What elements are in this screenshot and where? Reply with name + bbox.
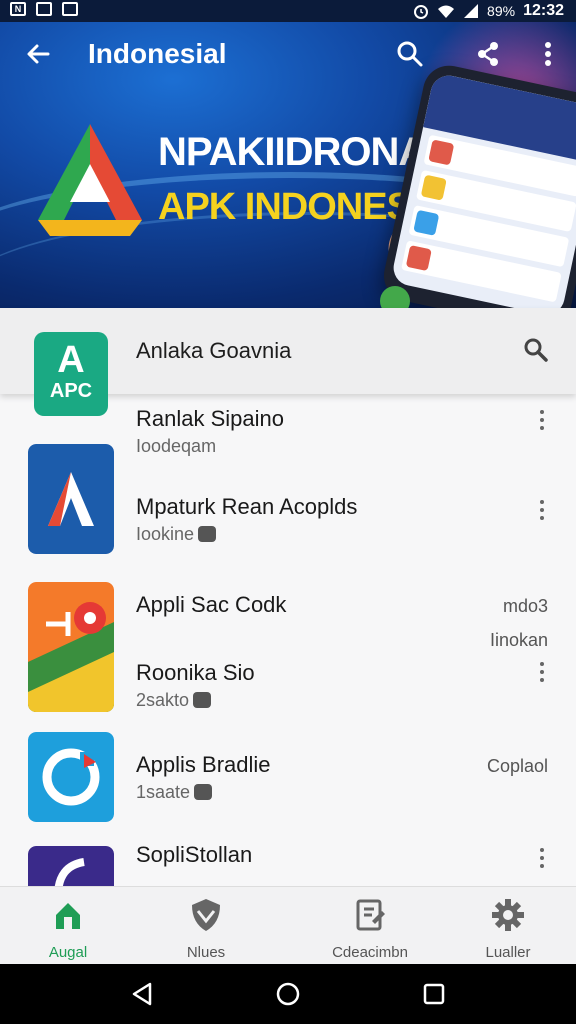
share-icon[interactable] bbox=[472, 38, 504, 70]
more-vertical-icon[interactable] bbox=[538, 660, 546, 684]
more-vertical-icon[interactable] bbox=[538, 498, 546, 522]
nav-home[interactable]: Augal bbox=[8, 895, 128, 961]
clock: 12:32 bbox=[523, 2, 564, 19]
search-input[interactable]: Anlaka Goavnia bbox=[136, 338, 291, 364]
list-item-title[interactable]: Mpaturk Rean Acoplds bbox=[136, 494, 357, 520]
message-icon bbox=[62, 2, 78, 16]
back-triangle-icon[interactable] bbox=[128, 980, 156, 1008]
more-vertical-icon[interactable] bbox=[538, 408, 546, 432]
nav-shield[interactable]: Nlues bbox=[146, 895, 266, 961]
badge-icon bbox=[198, 526, 217, 542]
list-item-title[interactable]: Roonika Sio bbox=[136, 660, 255, 686]
document-icon bbox=[356, 899, 385, 931]
badge-icon bbox=[193, 692, 212, 708]
search-icon[interactable] bbox=[522, 336, 550, 364]
app-list: Ranlak Sipaino Ioodeqam Mpaturk Rean Aco… bbox=[0, 394, 576, 886]
page-title: Indonesial bbox=[88, 38, 227, 69]
wifi-icon bbox=[438, 5, 455, 18]
bottom-navigation: Augal Nlues Cdeacimbn Lualler bbox=[0, 886, 576, 964]
nav-settings[interactable]: Lualler bbox=[448, 895, 568, 961]
list-item-subtitle: 1saate bbox=[136, 782, 213, 803]
list-item-subtitle: Iookine bbox=[136, 524, 217, 545]
battery-level: 89% bbox=[487, 3, 516, 19]
system-navigation-bar bbox=[0, 964, 576, 1024]
home-circle-icon[interactable] bbox=[274, 980, 302, 1008]
app-icon-a[interactable] bbox=[28, 444, 114, 554]
alarm-icon bbox=[414, 5, 429, 19]
recents-square-icon[interactable] bbox=[420, 980, 448, 1008]
more-vertical-icon[interactable] bbox=[538, 846, 546, 870]
gear-icon bbox=[492, 899, 524, 931]
app-icon-purple[interactable] bbox=[28, 846, 114, 886]
status-bar: N 89% 12:32 bbox=[0, 0, 576, 22]
list-item-subtitle: Ioodeqam bbox=[136, 436, 217, 456]
apc-app-icon[interactable]: A APC bbox=[34, 332, 108, 416]
app-icon-sync[interactable] bbox=[28, 732, 114, 822]
list-item-subtitle: 2sakto bbox=[136, 690, 212, 711]
app-icon-map[interactable] bbox=[28, 582, 114, 712]
signal-icon bbox=[464, 4, 479, 18]
decorative-ball bbox=[380, 286, 410, 308]
shield-icon bbox=[192, 899, 220, 931]
brand-title: NPAKIIDRONA bbox=[158, 130, 427, 174]
badge-icon bbox=[194, 784, 213, 800]
phone-mockup bbox=[379, 60, 576, 308]
list-item-title[interactable]: Ranlak Sipaino bbox=[136, 406, 284, 432]
list-item-title[interactable]: SopliStollan bbox=[136, 842, 252, 868]
more-vertical-icon[interactable] bbox=[532, 38, 564, 70]
notification-icon: N bbox=[10, 2, 26, 16]
image-icon bbox=[36, 2, 52, 16]
list-item-meta: Iinokan bbox=[489, 630, 548, 650]
list-item-title[interactable]: Applis Bradlie bbox=[136, 752, 271, 778]
hero-banner: Indonesial NPAKIIDRONA APK INDONESIA bbox=[0, 22, 576, 308]
home-icon bbox=[56, 903, 80, 929]
list-item-meta: Coplaol bbox=[486, 756, 548, 776]
nav-documents[interactable]: Cdeacimbn bbox=[310, 895, 430, 961]
arrow-left-icon[interactable] bbox=[22, 38, 54, 70]
search-icon[interactable] bbox=[394, 38, 426, 70]
app-logo-icon bbox=[38, 124, 142, 236]
list-item-meta: mdo3 bbox=[502, 596, 548, 616]
list-item-title[interactable]: Appli Sac Codk bbox=[136, 592, 286, 618]
